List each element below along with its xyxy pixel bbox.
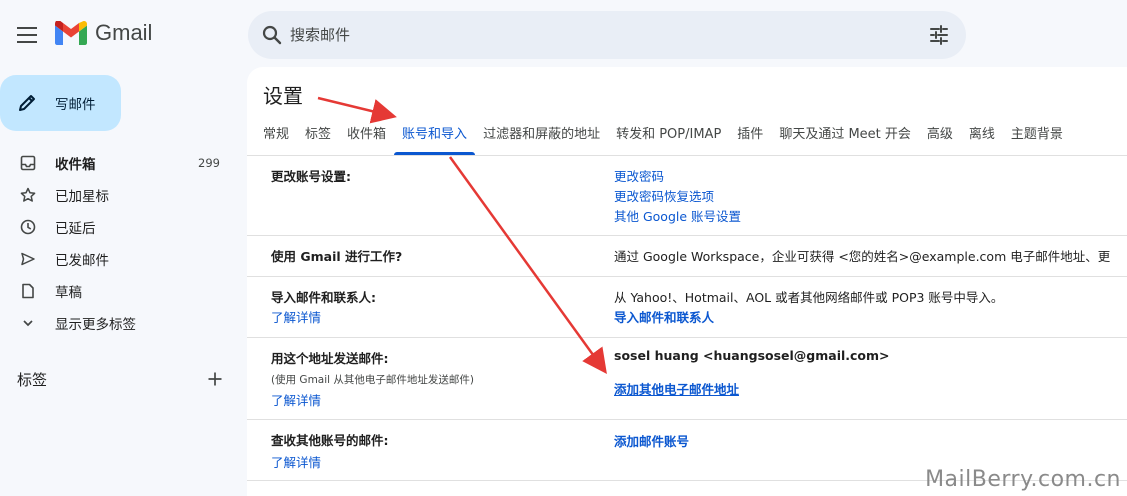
tab-forwarding[interactable]: 转发和 POP/IMAP [608, 121, 729, 155]
sidebar-item-sent[interactable]: 已发邮件 [0, 243, 232, 275]
settings-row-workspace: 使用 Gmail 进行工作? 通过 Google Workspace，企业可获得… [247, 236, 1127, 277]
settings-tabs: 常规 标签 收件箱 账号和导入 过滤器和屏蔽的地址 转发和 POP/IMAP 插… [247, 121, 1071, 155]
pencil-icon [19, 95, 35, 111]
inbox-icon [20, 155, 36, 171]
import-mail-link[interactable]: 导入邮件和联系人 [614, 307, 714, 326]
row-label: 查收其他账号的邮件: [271, 433, 389, 448]
settings-row-import: 导入邮件和联系人: 了解详情 从 Yahoo!、Hotmail、AOL 或者其他… [247, 277, 1127, 338]
sidebar-item-starred[interactable]: 已加星标 [0, 179, 232, 211]
main-menu-button[interactable] [17, 27, 37, 43]
change-password-link[interactable]: 更改密码 [614, 166, 664, 185]
tab-accounts-import[interactable]: 账号和导入 [394, 121, 476, 155]
import-description: 从 Yahoo!、Hotmail、AOL 或者其他网络邮件或 POP3 账号中导… [614, 290, 1004, 305]
tab-inbox[interactable]: 收件箱 [339, 121, 394, 155]
tab-chat-meet[interactable]: 聊天及通过 Meet 开会 [771, 121, 919, 155]
settings-row-send-as: 用这个地址发送邮件: (使用 Gmail 从其他电子邮件地址发送邮件) 了解详情… [247, 338, 1127, 420]
labels-title: 标签 [17, 370, 48, 389]
row-label: 使用 Gmail 进行工作? [271, 249, 403, 264]
tab-themes[interactable]: 主题背景 [1003, 121, 1071, 155]
search-bar[interactable] [248, 11, 966, 59]
change-recovery-link[interactable]: 更改密码恢复选项 [614, 186, 714, 205]
tab-labels[interactable]: 标签 [297, 121, 339, 155]
search-input[interactable] [290, 21, 890, 49]
settings-rows: 更改账号设置: 更改密码 更改密码恢复选项 其他 Google 账号设置 使用 … [247, 156, 1127, 481]
learn-more-link[interactable]: 了解详情 [271, 390, 321, 409]
workspace-text: 通过 Google Workspace，企业可获得 <您的姓名>@example… [614, 249, 1111, 264]
add-mail-account-link[interactable]: 添加邮件账号 [614, 431, 689, 450]
compose-label: 写邮件 [55, 97, 96, 113]
settings-panel: 设置 常规 标签 收件箱 账号和导入 过滤器和屏蔽的地址 转发和 POP/IMA… [247, 67, 1127, 496]
sidebar-item-inbox[interactable]: 收件箱 299 [0, 147, 232, 179]
watermark: MailBerry.com.cn [925, 467, 1121, 492]
row-sublabel: (使用 Gmail 从其他电子邮件地址发送邮件) [271, 374, 475, 386]
search-options-icon[interactable] [928, 24, 950, 46]
learn-more-link[interactable]: 了解详情 [271, 307, 321, 326]
google-account-settings-link[interactable]: 其他 Google 账号设置 [614, 206, 741, 225]
learn-more-link[interactable]: 了解详情 [271, 452, 321, 471]
app-name: Gmail [95, 20, 153, 45]
settings-row-change-account: 更改账号设置: 更改密码 更改密码恢复选项 其他 Google 账号设置 [247, 156, 1127, 236]
tab-general[interactable]: 常规 [247, 121, 297, 155]
labels-header: 标签 [17, 367, 223, 391]
sidebar-nav: 收件箱 299 已加星标 已延后 已发邮件 草稿 显示更多标签 [0, 147, 232, 339]
sidebar-item-snoozed[interactable]: 已延后 [0, 211, 232, 243]
tab-offline[interactable]: 离线 [961, 121, 1003, 155]
tab-advanced[interactable]: 高级 [919, 121, 961, 155]
sidebar-item-more[interactable]: 显示更多标签 [0, 307, 232, 339]
send-as-address: sosel huang <huangsosel@gmail.com> [614, 348, 890, 363]
gmail-logo[interactable]: Gmail [55, 20, 152, 46]
row-label: 导入邮件和联系人: [271, 290, 376, 305]
add-label-icon[interactable] [207, 371, 223, 387]
sidebar-item-drafts[interactable]: 草稿 [0, 275, 232, 307]
compose-button[interactable]: 写邮件 [0, 75, 121, 131]
chevron-down-icon [23, 320, 33, 327]
draft-icon [22, 283, 34, 299]
tab-filters[interactable]: 过滤器和屏蔽的地址 [475, 121, 608, 155]
inbox-count: 299 [198, 156, 220, 170]
page-title: 设置 [263, 84, 303, 108]
search-icon[interactable] [260, 23, 284, 47]
add-email-address-link[interactable]: 添加其他电子邮件地址 [614, 379, 739, 398]
clock-icon [20, 219, 36, 235]
row-label: 更改账号设置: [271, 169, 351, 184]
star-icon [20, 187, 36, 202]
tab-addons[interactable]: 插件 [729, 121, 771, 155]
send-icon [21, 252, 35, 266]
row-label: 用这个地址发送邮件: [271, 351, 389, 366]
gmail-m-icon [55, 21, 87, 45]
